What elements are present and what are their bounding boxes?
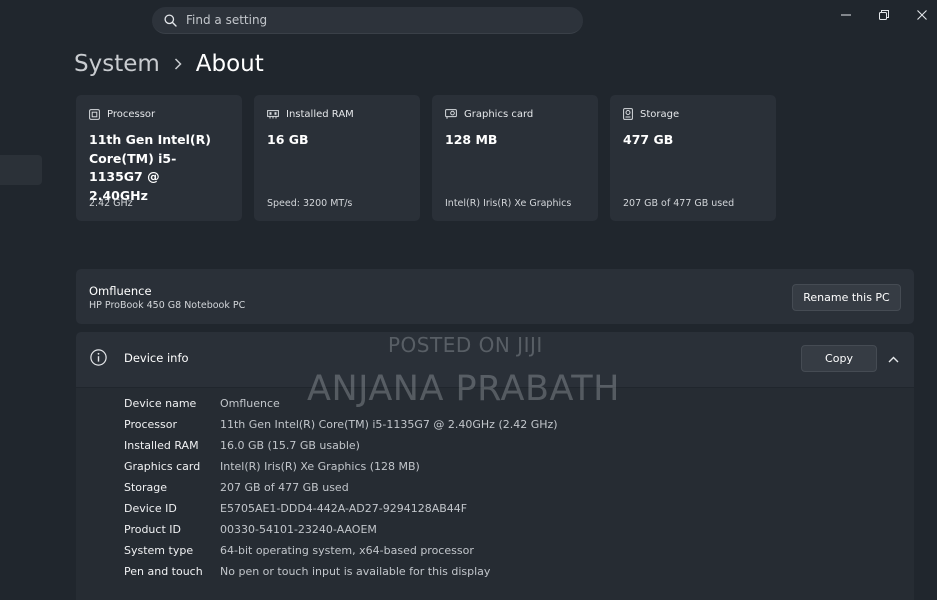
restore-button[interactable] — [873, 6, 895, 24]
spec-row: Processor 11th Gen Intel(R) Core(TM) i5-… — [124, 418, 558, 432]
graphics-card-model: Intel(R) Iris(R) Xe Graphics — [445, 198, 572, 209]
storage-value: 477 GB — [623, 132, 674, 147]
ram-value: 16 GB — [267, 132, 309, 147]
rename-pc-button[interactable]: Rename this PC — [792, 284, 901, 311]
graphics-card: Graphics card 128 MB Intel(R) Iris(R) Xe… — [432, 95, 598, 221]
spec-key: Pen and touch — [124, 565, 203, 578]
graphics-card-label: Graphics card — [464, 108, 534, 120]
spec-row: Device ID E5705AE1-DDD4-442A-AD27-929412… — [124, 502, 467, 516]
storage-card: Storage 477 GB 207 GB of 477 GB used — [610, 95, 776, 221]
minimize-button[interactable] — [835, 6, 857, 24]
spec-value: 207 GB of 477 GB used — [220, 481, 349, 494]
processor-speed: 2.42 GHz — [89, 198, 133, 209]
breadcrumb: System About — [74, 48, 264, 80]
graphics-card-value: 128 MB — [445, 132, 498, 147]
spec-value: Omfluence — [220, 397, 280, 410]
info-icon — [90, 349, 107, 370]
processor-card-label: Processor — [107, 108, 156, 120]
storage-usage: 207 GB of 477 GB used — [623, 198, 735, 209]
spec-value: No pen or touch input is available for t… — [220, 565, 491, 578]
pc-model: HP ProBook 450 G8 Notebook PC — [89, 300, 246, 311]
processor-value-line1: 11th Gen Intel(R) — [89, 132, 211, 147]
processor-icon — [89, 108, 100, 120]
spec-value: 64-bit operating system, x64-based proce… — [220, 544, 474, 557]
ram-card: Installed RAM 16 GB Speed: 3200 MT/s — [254, 95, 420, 221]
pc-name-panel: Omfluence HP ProBook 450 G8 Notebook PC … — [76, 269, 914, 324]
spec-row: Device name Omfluence — [124, 397, 280, 411]
ram-speed: Speed: 3200 MT/s — [267, 198, 353, 209]
spec-key: Processor — [124, 418, 177, 431]
spec-row: System type 64-bit operating system, x64… — [124, 544, 474, 558]
spec-row: Installed RAM 16.0 GB (15.7 GB usable) — [124, 439, 360, 453]
spec-value: 00330-54101-23240-AAOEM — [220, 523, 377, 536]
sidebar-selected-item[interactable] — [0, 155, 42, 185]
spec-row: Pen and touch No pen or touch input is a… — [124, 565, 490, 579]
chevron-up-icon[interactable] — [884, 350, 902, 368]
close-button[interactable] — [911, 6, 933, 24]
spec-key: Product ID — [124, 523, 181, 536]
processor-card: Processor 11th Gen Intel(R) Core(TM) i5-… — [76, 95, 242, 221]
breadcrumb-system[interactable]: System — [74, 51, 160, 77]
copy-button[interactable]: Copy — [801, 345, 877, 372]
pc-name: Omfluence — [89, 284, 152, 298]
spec-row: Product ID 00330-54101-23240-AAOEM — [124, 523, 377, 537]
ram-icon — [267, 109, 279, 119]
spec-key: Installed RAM — [124, 439, 199, 452]
search-box[interactable] — [152, 7, 583, 34]
restore-icon — [879, 10, 889, 20]
spec-key: Storage — [124, 481, 168, 494]
watermark-name: ANJANA PRABATH — [307, 369, 620, 409]
processor-value-line2: Core(TM) i5-1135G7 @ — [89, 150, 177, 185]
storage-card-label: Storage — [640, 108, 680, 120]
device-info-title: Device info — [124, 351, 189, 365]
watermark-posted-on: POSTED ON JIJI — [388, 333, 543, 357]
search-input[interactable] — [186, 13, 546, 27]
spec-value: Intel(R) Iris(R) Xe Graphics (128 MB) — [220, 460, 420, 473]
spec-key: Device name — [124, 397, 197, 410]
ram-card-label: Installed RAM — [286, 108, 354, 120]
spec-row: Storage 207 GB of 477 GB used — [124, 481, 349, 495]
storage-icon — [623, 108, 633, 120]
spec-value: 11th Gen Intel(R) Core(TM) i5-1135G7 @ 2… — [220, 418, 558, 431]
spec-key: Device ID — [124, 502, 177, 515]
spec-value: 16.0 GB (15.7 GB usable) — [220, 439, 360, 452]
graphics-card-icon — [445, 109, 457, 119]
minimize-icon — [841, 14, 851, 16]
chevron-right-icon — [174, 58, 182, 70]
spec-row: Graphics card Intel(R) Iris(R) Xe Graphi… — [124, 460, 420, 474]
spec-value: E5705AE1-DDD4-442A-AD27-9294128AB44F — [220, 502, 468, 515]
spec-key: System type — [124, 544, 194, 557]
page-title: About — [195, 51, 264, 77]
spec-key: Graphics card — [124, 460, 201, 473]
device-info-body: Device name Omfluence Processor 11th Gen… — [76, 388, 914, 600]
search-icon — [164, 13, 177, 27]
close-icon — [917, 10, 927, 20]
